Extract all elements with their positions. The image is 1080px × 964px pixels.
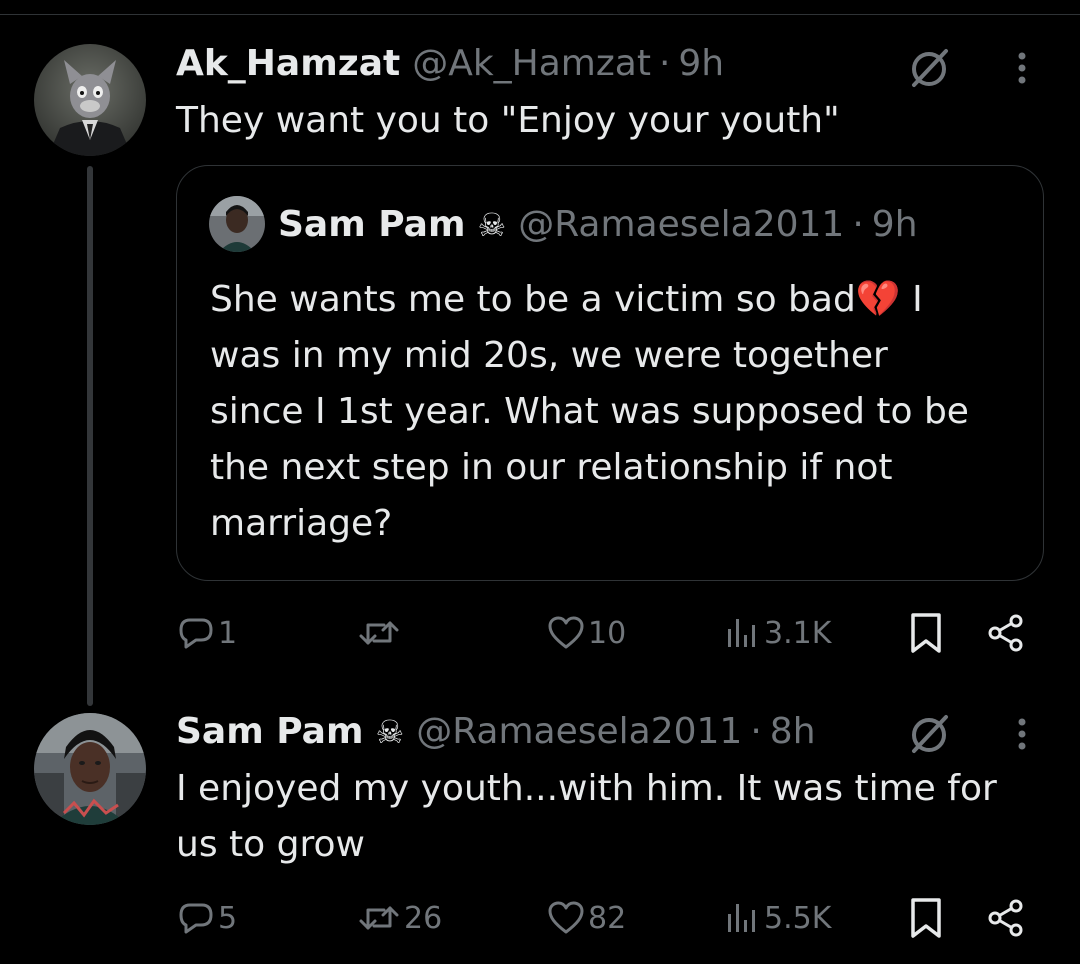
views-button[interactable]: 5.5K [724,893,831,943]
like-button[interactable]: 82 [546,893,626,943]
bookmark-button[interactable] [906,893,946,943]
quote-header: Sam Pam ☠ @Ramaesela2011 · 9h [278,203,918,247]
share-icon [988,899,1023,937]
more-icon[interactable] [1012,716,1032,756]
bookmark-button[interactable] [906,608,946,658]
views-icon [728,619,755,647]
tweet-header: Sam Pam ☠ @Ramaesela2011 · 8h [176,710,816,754]
separator: · [658,43,671,84]
more-icon[interactable] [1012,50,1032,90]
tweet-text: They want you to "Enjoy your youth" [176,100,840,141]
tweet-text-line: I enjoyed my youth...with him. It was ti… [176,768,997,809]
views-icon [728,904,755,932]
tweet-actions: 1 10 3.1K [176,608,1036,658]
heart-icon [548,901,584,934]
avatar-sam-pam-quote[interactable] [209,196,265,252]
quote-text-line: marriage? [210,503,393,544]
share-button[interactable] [986,608,1026,658]
author-handle[interactable]: @Ramaesela2011 [416,710,742,754]
quote-author-handle[interactable]: @Ramaesela2011 [518,203,844,247]
separator: · [852,204,864,245]
tweet-header: Ak_Hamzat @Ak_Hamzat · 9h [176,42,724,86]
quote-author-name[interactable]: Sam Pam [278,203,466,247]
repost-button[interactable]: 26 [356,893,442,943]
heart-icon [548,616,584,649]
skull-icon: ☠ [375,713,405,751]
quote-text-line: the next step in our relationship if not [210,447,893,488]
bookmark-icon [911,898,941,938]
avatar-sam-pam[interactable] [34,713,146,825]
quote-text-line: was in my mid 20s, we were together [210,335,888,376]
author-name[interactable]: Ak_Hamzat [176,42,400,86]
repost-button[interactable] [356,608,404,658]
reply-count: 1 [218,615,238,651]
quote-text: She wants me to be a victim so bad💔 I wa… [210,272,1030,552]
share-button[interactable] [986,893,1026,943]
repost-icon [359,621,399,645]
reply-count: 5 [218,900,238,936]
share-icon [988,614,1023,652]
top-divider [0,14,1080,15]
like-button[interactable]: 10 [546,608,626,658]
reply-icon [179,903,213,934]
tweet-actions: 5 26 82 5.5K [176,893,1036,943]
quote-text-line: She wants me to be a victim so bad💔 I [210,279,923,320]
separator: · [750,711,762,752]
views-count: 3.1K [764,615,832,651]
quote-text-line: since I 1st year. What was supposed to b… [210,391,969,432]
skull-icon: ☠ [477,206,507,244]
like-count: 10 [588,615,627,651]
grok-icon[interactable] [906,711,952,757]
views-button[interactable]: 3.1K [724,608,831,658]
author-handle[interactable]: @Ak_Hamzat [412,42,651,86]
tweet-text-line: us to grow [176,824,365,865]
author-name[interactable]: Sam Pam [176,710,364,754]
grok-icon[interactable] [906,45,952,91]
views-count: 5.5K [764,900,832,936]
reply-button[interactable]: 5 [176,893,237,943]
thread-line [87,166,93,706]
quote-timestamp[interactable]: 9h [872,203,918,247]
repost-icon [359,906,399,930]
like-count: 82 [588,900,627,936]
timestamp[interactable]: 9h [678,42,724,86]
bookmark-icon [911,613,941,653]
tweet-text: I enjoyed my youth...with him. It was ti… [176,761,1056,873]
timestamp[interactable]: 8h [770,710,816,754]
avatar-ak-hamzat[interactable] [34,44,146,156]
repost-count: 26 [404,900,443,936]
reply-button[interactable]: 1 [176,608,237,658]
reply-icon [179,618,213,649]
